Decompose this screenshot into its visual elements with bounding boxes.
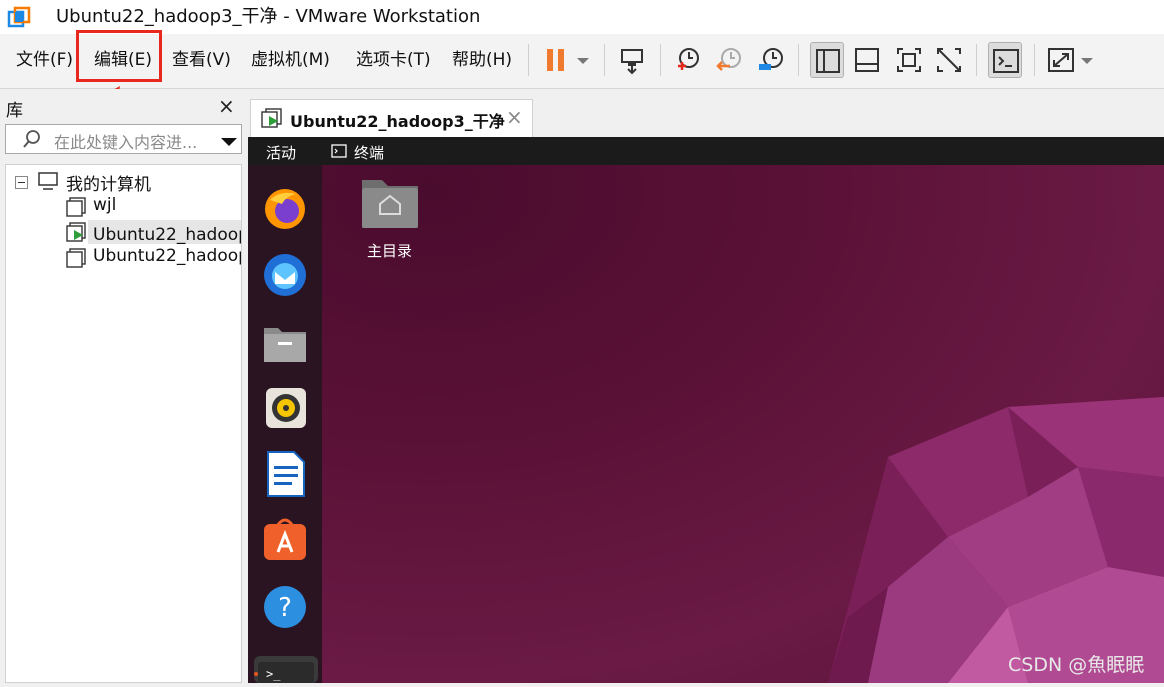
search-icon <box>22 129 42 153</box>
tree-root-my-computer[interactable]: 我的计算机 <box>66 170 151 195</box>
home-folder-label: 主目录 <box>367 242 413 260</box>
rhythmbox-icon[interactable] <box>264 386 308 434</box>
ubuntu-top-bar <box>248 137 1164 165</box>
vmware-logo-icon <box>7 6 31 30</box>
console-view-icon[interactable] <box>988 42 1022 78</box>
terminal-icon[interactable]: >_ <box>254 656 318 687</box>
vm-icon <box>65 247 87 273</box>
svg-text:?: ? <box>278 593 292 623</box>
toolbar-separator <box>976 44 977 76</box>
thumbnail-bar-icon[interactable] <box>850 42 884 78</box>
thunderbird-icon[interactable] <box>262 252 308 302</box>
menu-tabs[interactable]: 选项卡(T) <box>356 48 431 72</box>
menu-help[interactable]: 帮助(H) <box>452 48 512 72</box>
search-placeholder: 在此处键入内容进... <box>54 133 198 152</box>
vm-icon <box>65 196 87 222</box>
snapshot-revert-icon[interactable] <box>712 42 746 78</box>
help-icon[interactable]: ? <box>262 584 308 634</box>
toolbar-separator <box>528 44 529 76</box>
files-icon[interactable] <box>262 320 308 368</box>
library-view-icon[interactable] <box>810 42 844 78</box>
app-center-icon[interactable] <box>262 516 308 566</box>
toolbar-separator <box>660 44 661 76</box>
snapshot-manager-icon[interactable] <box>754 42 788 78</box>
unity-icon[interactable] <box>932 42 966 78</box>
annotation-highlight-box <box>76 30 162 82</box>
fullscreen-icon[interactable] <box>892 42 926 78</box>
dropdown-arrow-icon[interactable] <box>572 42 594 78</box>
toolbar-separator <box>604 44 605 76</box>
vm-tab-close-button[interactable]: × <box>506 105 523 129</box>
menu-vm[interactable]: 虚拟机(M) <box>251 48 330 72</box>
tree-item-ubuntu22[interactable]: Ubuntu22_hadoop3 <box>93 246 241 266</box>
terminal-small-icon <box>331 143 347 162</box>
window-title: Ubuntu22_hadoop3_干净 - VMware Workstation <box>56 6 481 27</box>
library-close-button[interactable]: × <box>218 94 235 118</box>
computer-icon <box>37 171 59 195</box>
watermark-text: CSDN @魚眠眠 <box>1008 654 1145 676</box>
menu-file[interactable]: 文件(F) <box>16 48 73 72</box>
tree-collapse-icon[interactable] <box>15 174 28 193</box>
menu-view[interactable]: 查看(V) <box>172 48 231 72</box>
library-label: 库 <box>6 101 23 121</box>
search-dropdown-icon[interactable] <box>220 133 238 152</box>
toolbar-separator <box>1034 44 1035 76</box>
topbar-app-menu[interactable]: 终端 <box>354 142 384 163</box>
tree-item-wjl[interactable]: wjl <box>93 195 116 215</box>
stretch-icon[interactable] <box>1044 42 1078 78</box>
firefox-icon[interactable] <box>262 186 308 236</box>
toolbar-separator <box>798 44 799 76</box>
dropdown-arrow-icon[interactable] <box>1076 42 1098 78</box>
vm-running-icon <box>65 221 87 247</box>
send-ctrl-alt-del-icon[interactable] <box>616 42 650 78</box>
tree-item-ubuntu22-clean[interactable]: Ubuntu22_hadoop3_干净 <box>93 220 241 245</box>
libreoffice-writer-icon[interactable] <box>266 450 306 502</box>
home-folder-icon[interactable] <box>360 174 420 234</box>
snapshot-take-icon[interactable] <box>670 42 704 78</box>
activities-button[interactable]: 活动 <box>266 142 296 163</box>
vm-tab-label: Ubuntu22_hadoop3_干净 <box>290 112 505 131</box>
vm-running-icon <box>260 107 284 133</box>
pause-icon[interactable] <box>540 42 574 78</box>
svg-text:>_: >_ <box>266 667 281 681</box>
